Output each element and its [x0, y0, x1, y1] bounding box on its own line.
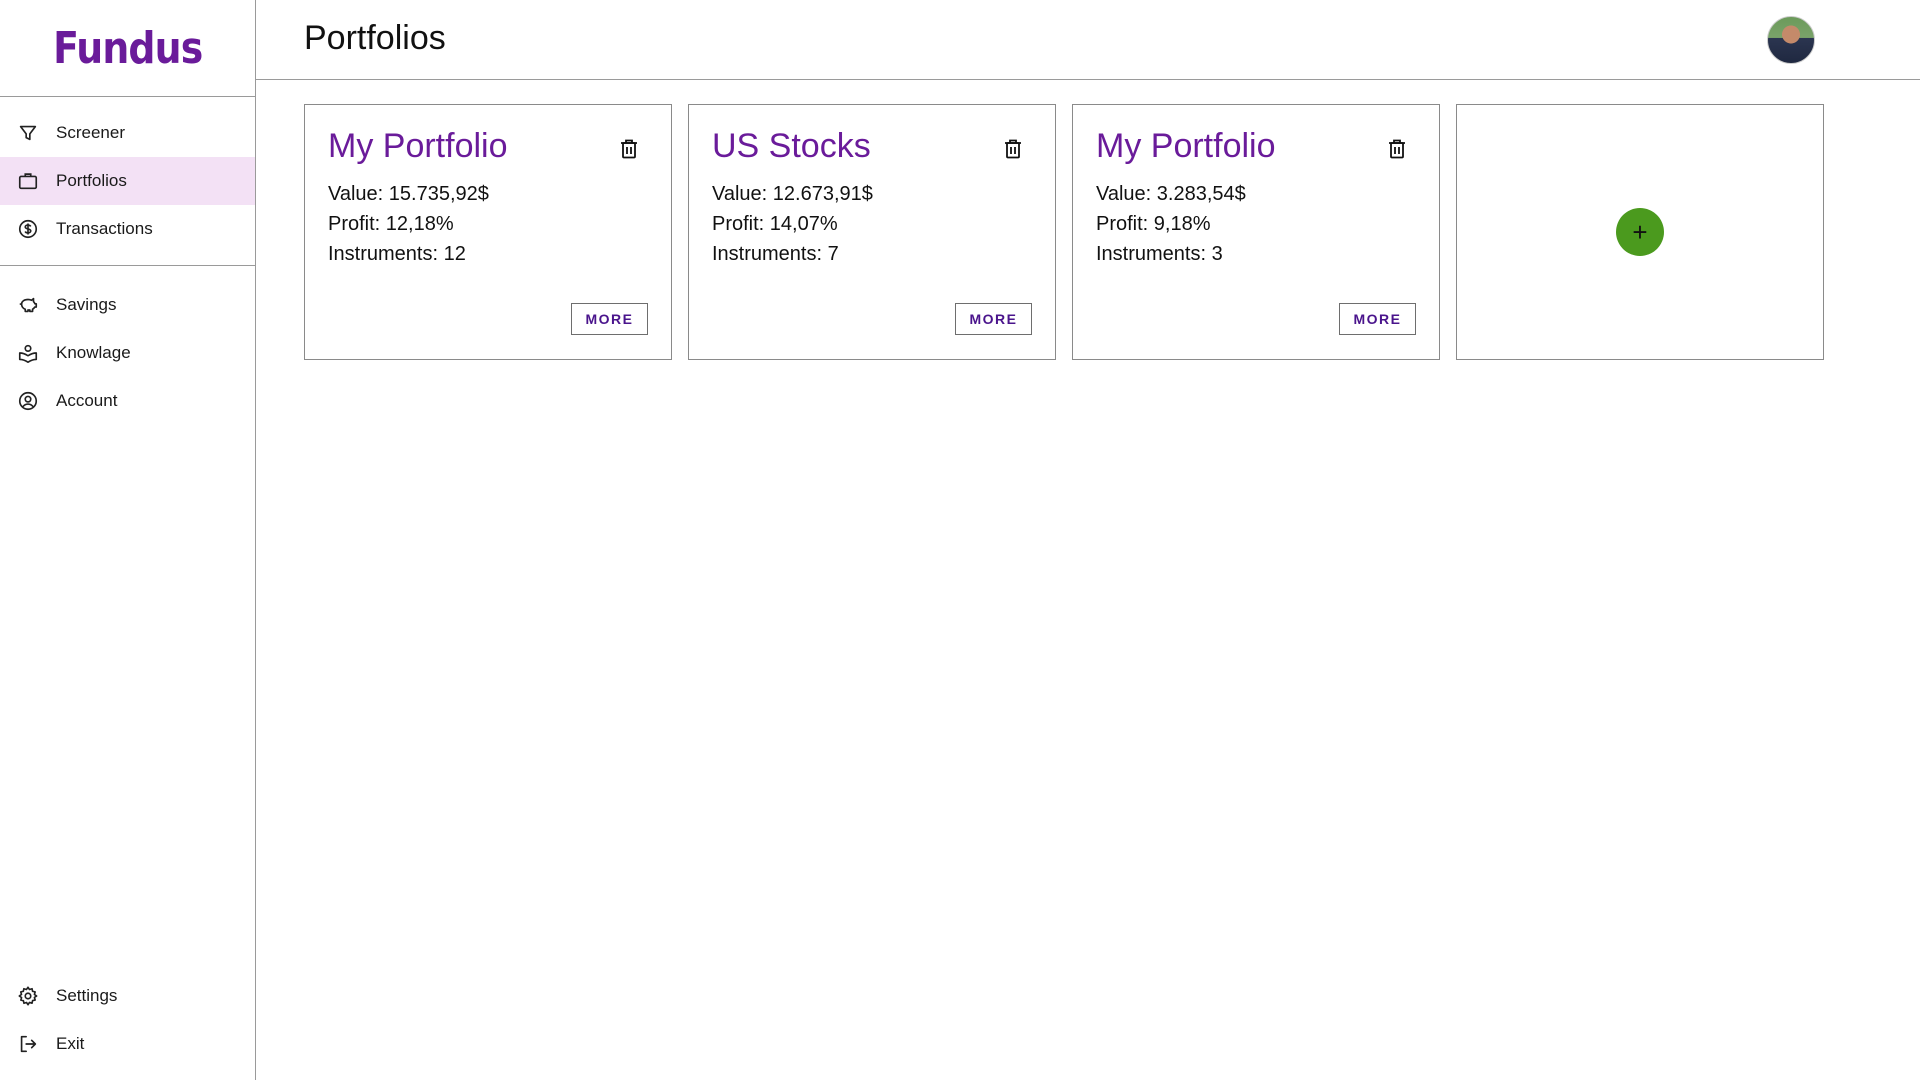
portfolio-stats: Value: 15.735,92$ Profit: 12,18% Instrum… [328, 179, 489, 269]
portfolio-card: US Stocks Value: 12.673,91$ Profit: 14,0… [688, 104, 1056, 360]
delete-button[interactable] [1001, 137, 1025, 161]
sidebar-item-label: Account [56, 391, 118, 410]
portfolio-value: Value: 15.735,92$ [328, 183, 489, 205]
trash-icon [1389, 139, 1405, 159]
portfolio-profit: Profit: 14,07% [712, 213, 838, 235]
piggy-bank-icon [16, 293, 40, 317]
more-button[interactable]: MORE [955, 303, 1032, 335]
filter-icon [16, 121, 40, 145]
sidebar-item-label: Transactions [56, 219, 153, 238]
user-circle-icon [16, 389, 40, 413]
secondary-nav: Savings Knowlage Account [0, 265, 255, 425]
portfolio-stats: Value: 12.673,91$ Profit: 14,07% Instrum… [712, 179, 873, 269]
sidebar: Fundus Screener Portfolios Transactions [0, 0, 256, 1080]
sidebar-item-label: Portfolios [56, 171, 127, 190]
portfolio-title: My Portfolio [1096, 127, 1276, 165]
add-portfolio-button[interactable]: + [1616, 208, 1664, 256]
sidebar-item-label: Savings [56, 295, 117, 314]
sidebar-item-label: Screener [56, 123, 125, 142]
app: Fundus Screener Portfolios Transactions [0, 0, 1920, 1080]
sidebar-item-label: Knowlage [56, 343, 131, 362]
sidebar-item-exit[interactable]: Exit [0, 1020, 255, 1068]
add-portfolio-card: + [1456, 104, 1824, 360]
trash-icon [1005, 139, 1021, 159]
portfolio-title: US Stocks [712, 127, 871, 165]
dollar-circle-icon [16, 217, 40, 241]
sidebar-item-label: Exit [56, 1034, 85, 1053]
more-button[interactable]: MORE [1339, 303, 1416, 335]
book-user-icon [16, 341, 40, 365]
sidebar-item-account[interactable]: Account [0, 377, 255, 425]
portfolio-instruments: Instruments: 12 [328, 243, 466, 265]
plus-icon: + [1632, 217, 1648, 247]
sidebar-item-savings[interactable]: Savings [0, 281, 255, 329]
sidebar-item-transactions[interactable]: Transactions [0, 205, 255, 253]
briefcase-icon [16, 169, 40, 193]
portfolio-instruments: Instruments: 3 [1096, 243, 1223, 265]
portfolio-instruments: Instruments: 7 [712, 243, 839, 265]
delete-button[interactable] [617, 137, 641, 161]
sidebar-item-screener[interactable]: Screener [0, 109, 255, 157]
portfolio-card: My Portfolio Value: 3.283,54$ Profit: 9,… [1072, 104, 1440, 360]
app-logo[interactable]: Fundus [53, 23, 203, 74]
portfolio-card: My Portfolio Value: 15.735,92$ Profit: 1… [304, 104, 672, 360]
portfolio-value: Value: 3.283,54$ [1096, 183, 1246, 205]
sidebar-item-knowlage[interactable]: Knowlage [0, 329, 255, 377]
logout-icon [16, 1032, 40, 1056]
logo-area: Fundus [0, 0, 255, 97]
portfolio-stats: Value: 3.283,54$ Profit: 9,18% Instrumen… [1096, 179, 1246, 269]
portfolio-cards: My Portfolio Value: 15.735,92$ Profit: 1… [304, 104, 1824, 360]
sidebar-item-label: Settings [56, 986, 118, 1005]
portfolio-title: My Portfolio [328, 127, 508, 165]
page-title: Portfolios [304, 19, 446, 57]
primary-nav: Screener Portfolios Transactions [0, 97, 255, 253]
sidebar-item-portfolios[interactable]: Portfolios [0, 157, 255, 205]
bottom-nav: Settings Exit [0, 972, 255, 1068]
portfolio-profit: Profit: 9,18% [1096, 213, 1211, 235]
portfolio-value: Value: 12.673,91$ [712, 183, 873, 205]
avatar[interactable] [1767, 16, 1815, 64]
gear-icon [16, 984, 40, 1008]
portfolio-profit: Profit: 12,18% [328, 213, 454, 235]
more-button[interactable]: MORE [571, 303, 648, 335]
top-header: Portfolios [256, 0, 1920, 80]
trash-icon [621, 139, 637, 159]
delete-button[interactable] [1385, 137, 1409, 161]
sidebar-item-settings[interactable]: Settings [0, 972, 255, 1020]
